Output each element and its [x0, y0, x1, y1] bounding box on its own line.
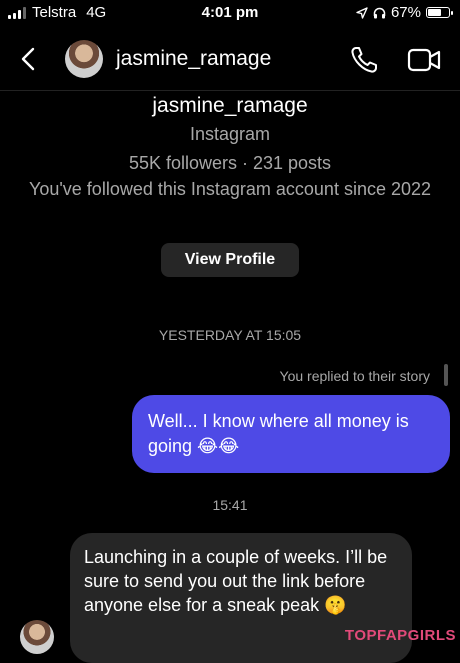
profile-platform: Instagram: [189, 124, 271, 144]
back-icon[interactable]: [14, 44, 44, 74]
battery-percent: 67%: [390, 4, 421, 21]
chat-header: jasmine_ramage: [0, 30, 460, 91]
location-icon: [356, 6, 368, 19]
date-separator: YESTERDAY AT 15:05: [158, 327, 302, 343]
view-profile-button[interactable]: View Profile: [161, 243, 299, 277]
profile-followed-since: You've followed this Instagram account s…: [28, 179, 432, 199]
avatar[interactable]: [65, 40, 103, 78]
sender-avatar[interactable]: [20, 620, 54, 654]
outgoing-message[interactable]: Well... I know where all money is going …: [132, 395, 450, 473]
story-reply-note: You replied to their story: [279, 368, 430, 384]
battery-icon: [426, 7, 453, 18]
header-username[interactable]: jasmine_ramage: [116, 47, 271, 71]
battery-fill: [428, 9, 441, 16]
status-bar: Telstra 4G 4:01 pm 67%: [0, 0, 460, 26]
time-separator: 15:41: [212, 497, 248, 513]
video-camera-icon[interactable]: [406, 44, 442, 76]
headphones-icon: [373, 7, 386, 18]
profile-card: jasmine_ramage Instagram 55K followers ·…: [0, 92, 460, 201]
status-right: 67%: [356, 4, 453, 21]
watermark: TOPFAPGIRLS: [344, 627, 456, 644]
phone-icon[interactable]: [348, 44, 380, 76]
profile-stats: 55K followers · 231 posts: [128, 153, 332, 173]
story-reply-indicator: [444, 364, 448, 386]
profile-name: jasmine_ramage: [152, 94, 308, 117]
